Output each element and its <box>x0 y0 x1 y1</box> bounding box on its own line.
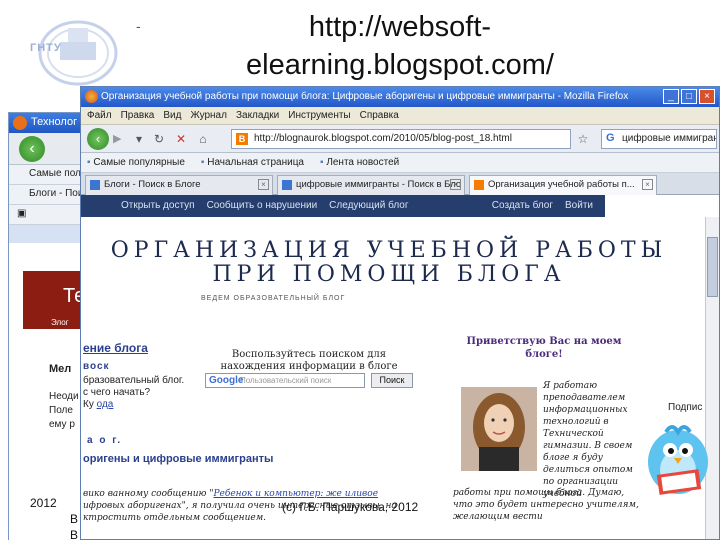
navigation-toolbar: ‹ ▶ ▾ ↻ ✕ ⌂ B http://blognaurok.blogspot… <box>81 125 719 153</box>
blog-search-input[interactable]: Google Пользовательский поиск <box>205 373 365 388</box>
navbar-report-link[interactable]: Сообщить о нарушении <box>207 200 318 217</box>
bottom-letter: В <box>70 512 79 526</box>
menu-bar: Файл Правка Вид Журнал Закладки Инструме… <box>81 107 719 125</box>
browser-window: Организация учебной работы при помощи бл… <box>80 86 720 540</box>
menu-history[interactable]: Журнал <box>190 110 227 124</box>
scrollbar-thumb[interactable] <box>707 237 718 297</box>
address-bar-value: http://blognaurok.blogspot.com/2010/05/b… <box>254 133 512 144</box>
google-search-icon: G <box>606 132 615 144</box>
post-line-text: вико ванному сообщению " <box>83 489 214 499</box>
blog-title[interactable]: ОРГАНИЗАЦИЯ УЧЕБНОЙ РАБОТЫ ПРИ ПОМОЩИ БЛ… <box>89 239 689 287</box>
bookmark-star-icon[interactable]: ☆ <box>575 131 591 147</box>
close-icon[interactable]: × <box>699 89 715 104</box>
back-arrow-icon[interactable]: ‹ <box>87 128 109 150</box>
tab-bar: Блоги - Поиск в Блоге × цифровые иммигра… <box>81 173 719 195</box>
author-description-continued: работы при помощи блога. Думаю, что это … <box>453 488 639 522</box>
navbar-create-blog-link[interactable]: Создать блог <box>492 200 553 217</box>
search-label: Воспользуйтесь поиском для нахождения ин… <box>220 349 398 372</box>
tab-favicon-icon <box>474 180 484 190</box>
left-line: бразовательный блог. <box>83 375 185 386</box>
left-line: с чего начать? <box>83 387 151 398</box>
presentation-slide: ГНТУ - http://websoft-elearning.blogspot… <box>0 0 720 540</box>
post-line: вико ванному сообщению "Ребенок и компью… <box>83 489 378 499</box>
post-link[interactable]: Ребенок и компьютер: же иливое <box>213 489 378 499</box>
author-photo <box>461 387 537 471</box>
footer-year: 2012 <box>30 496 57 510</box>
minimize-icon[interactable]: _ <box>663 89 679 104</box>
maximize-icon[interactable]: □ <box>681 89 697 104</box>
blogger-favicon-icon: B <box>236 133 248 145</box>
window-controls: _ □ × <box>663 89 715 104</box>
post-title[interactable]: оригены и цифровые иммигранты <box>83 453 273 465</box>
tab-label: цифровые иммигранты - Поиск в Бло <box>296 179 462 190</box>
bookmark-news[interactable]: Лента новостей <box>320 157 399 172</box>
page-content: ОРГАНИЗАЦИЯ УЧЕБНОЙ РАБОТЫ ПРИ ПОМОЩИ БЛ… <box>81 217 705 539</box>
tab-active-blog[interactable]: Организация учебной работы п... × <box>469 175 657 195</box>
firefox-icon <box>13 116 27 130</box>
background-line: Поле <box>49 405 73 416</box>
section-heading[interactable]: ение блога <box>83 341 148 355</box>
tab-close-icon[interactable]: × <box>258 179 269 190</box>
menu-view[interactable]: Вид <box>163 110 181 124</box>
bookmark-home[interactable]: Начальная страница <box>201 157 304 172</box>
tab-close-icon[interactable]: × <box>450 179 461 190</box>
tab-immigrants-search[interactable]: цифровые иммигранты - Поиск в Бло × <box>277 175 465 195</box>
bookmarks-toolbar: Самые популярные Начальная страница Лент… <box>81 153 719 173</box>
left-line: воск <box>83 361 110 372</box>
background-window-title: Технолог <box>31 116 78 128</box>
left-line-prefix: Ку <box>83 399 97 410</box>
google-logo-icon: Google <box>209 375 244 386</box>
menu-help[interactable]: Справка <box>360 110 399 124</box>
window-titlebar: Организация учебной работы при помощи бл… <box>81 87 719 107</box>
blog-search-button[interactable]: Поиск <box>371 373 413 388</box>
tab-close-icon[interactable]: × <box>642 179 653 190</box>
blog-subtitle: ВЕДЕМ ОБРАЗОВАТЕЛЬНЫЙ БЛОГ <box>201 295 346 302</box>
dropdown-arrow-icon[interactable]: ▾ <box>131 131 147 147</box>
menu-file[interactable]: Файл <box>87 110 112 124</box>
back-arrow-icon[interactable]: ‹ <box>19 136 45 162</box>
tab-label: Организация учебной работы п... <box>488 179 635 190</box>
tab-blog-search[interactable]: Блоги - Поиск в Блоге × <box>85 175 273 195</box>
footer-copyright: (c) Г.Б. Паршукова, 2012 <box>282 500 419 514</box>
background-line: Неоди <box>49 391 79 402</box>
twitter-bird-icon <box>648 425 708 495</box>
left-line: Ку ода <box>83 399 113 410</box>
slide-title: http://websoft-elearning.blogspot.com/ <box>246 11 554 81</box>
blog-search-placeholder: Пользовательский поиск <box>240 376 332 385</box>
navbar-login-link[interactable]: Войти <box>565 200 593 217</box>
search-input[interactable]: G цифровые иммигрант <box>601 129 717 149</box>
window-title: Организация учебной работы при помощи бл… <box>101 91 629 102</box>
post-date: а о г. <box>87 435 123 446</box>
search-input-value: цифровые иммигрант <box>622 133 717 144</box>
tab-label: Блоги - Поиск в Блоге <box>104 179 201 190</box>
logo-text: ГНТУ <box>30 42 62 54</box>
address-bar[interactable]: B http://blognaurok.blogspot.com/2010/05… <box>231 129 571 149</box>
bottom-letter: В <box>70 528 79 540</box>
bookmark-popular[interactable]: Самые популярные <box>87 157 185 172</box>
tab-favicon-icon <box>90 180 100 190</box>
menu-bookmarks[interactable]: Закладки <box>236 110 279 124</box>
background-line: Мел <box>49 363 72 375</box>
left-link[interactable]: ода <box>97 399 114 410</box>
reload-icon[interactable]: ↻ <box>151 131 167 147</box>
menu-edit[interactable]: Правка <box>121 110 155 124</box>
tab-favicon-icon <box>282 180 292 190</box>
post-line: ктростить отдельным сообщением. <box>83 513 267 523</box>
menu-tools[interactable]: Инструменты <box>288 110 350 124</box>
background-line: ему р <box>49 419 75 430</box>
navbar-share-link[interactable]: Открыть доступ <box>121 200 195 217</box>
author-description: Я работаю преподавателем информационных … <box>543 381 633 499</box>
firefox-icon <box>85 90 98 103</box>
stop-icon[interactable]: ✕ <box>173 131 189 147</box>
navbar-next-blog-link[interactable]: Следующий блог <box>329 200 408 217</box>
home-icon[interactable]: ⌂ <box>195 131 211 147</box>
forward-arrow-icon[interactable]: ▶ <box>113 132 121 145</box>
welcome-heading: Приветствую Вас на моем блоге! <box>466 336 622 360</box>
slide-dash: - <box>136 18 141 34</box>
navbar-right: Создать блог Войти <box>492 200 593 217</box>
blogger-navbar: Открыть доступ Сообщить о нарушении След… <box>81 195 605 217</box>
